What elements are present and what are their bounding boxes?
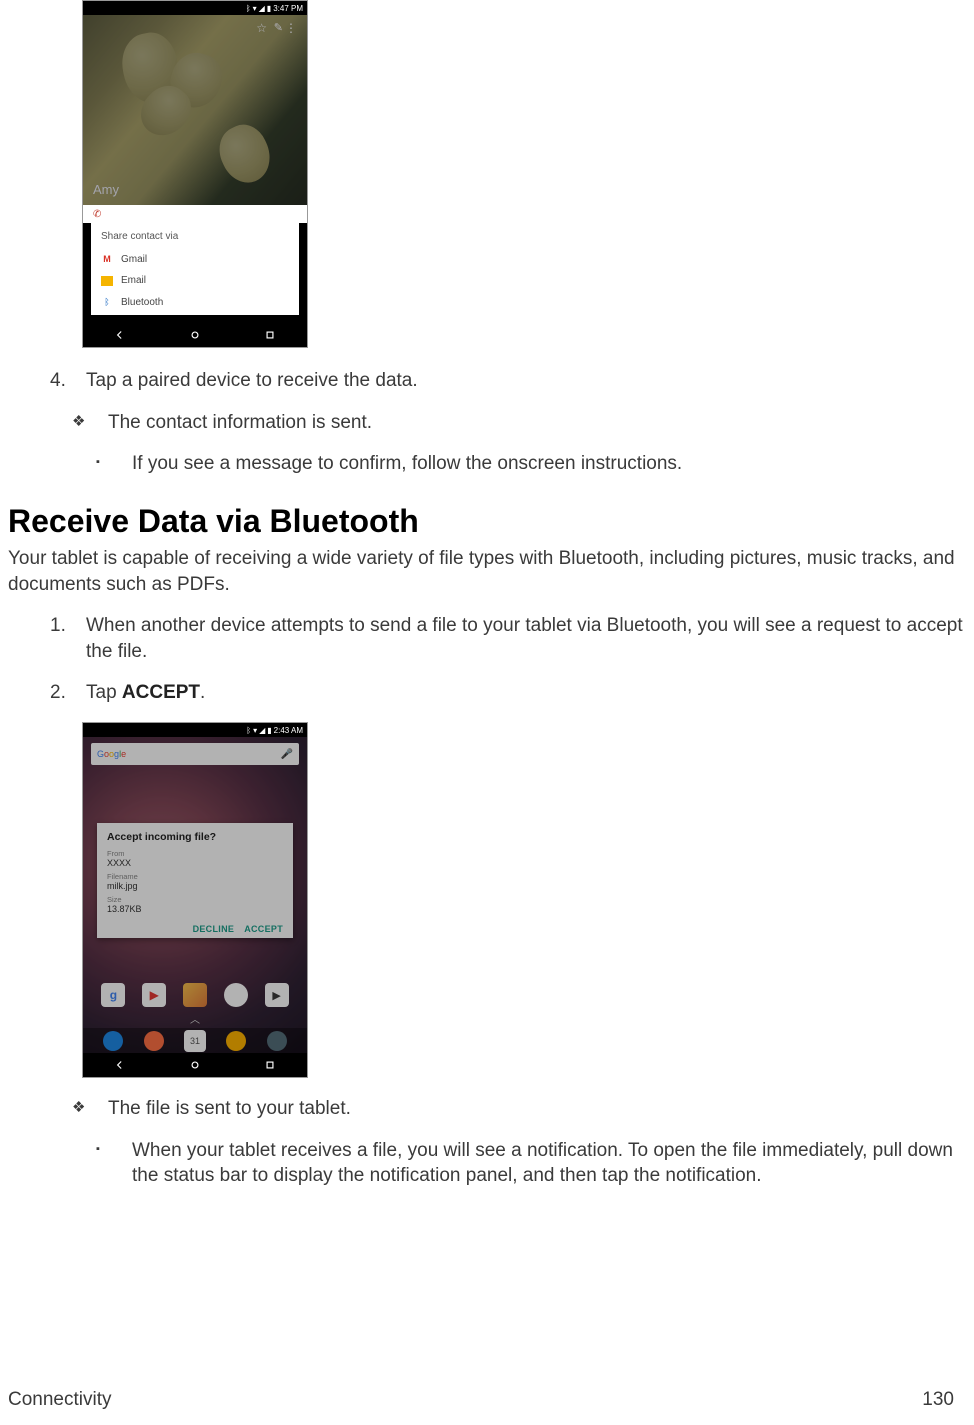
phone-icon: ✆ (93, 209, 101, 220)
bluetooth-option-icon: ᛒ (101, 296, 113, 308)
share-option-bluetooth[interactable]: ᛒ Bluetooth (101, 291, 299, 313)
share-option-label: Gmail (121, 254, 147, 265)
list-text: Tap a paired device to receive the data. (86, 368, 966, 394)
android-nav-bar (83, 323, 307, 347)
share-bottom-sheet: Share contact via M Gmail Email ᛒ Blueto… (91, 223, 299, 315)
edit-icon: ✎ (274, 21, 283, 34)
home-screen: Google 🎤 Accept incoming file? From XXXX… (83, 737, 307, 1053)
search-placeholder: Google (97, 749, 126, 759)
recent-icon[interactable] (263, 1058, 277, 1072)
battery-icon: ▮ (267, 4, 271, 13)
bluetooth-icon: ᛒ (246, 4, 251, 13)
list-text: If you see a message to confirm, follow … (132, 451, 966, 477)
share-option-email[interactable]: Email (101, 270, 299, 291)
text-fragment: Tap (86, 682, 122, 703)
app-icon[interactable]: ▶ (265, 983, 289, 1007)
list-marker: 1. (50, 613, 74, 664)
list-text: The contact information is sent. (108, 410, 966, 436)
list-marker: 4. (50, 368, 74, 394)
list-item: 2. Tap ACCEPT. (50, 680, 966, 706)
share-option-gmail[interactable]: M Gmail (101, 248, 299, 270)
field-value: milk.jpg (107, 881, 283, 891)
list-marker: 2. (50, 680, 74, 706)
square-bullet-icon: ▪ (96, 455, 120, 481)
body-paragraph: Your tablet is capable of receiving a wi… (8, 546, 958, 597)
clock: 3:47 PM (273, 4, 303, 13)
app-icon[interactable]: g (101, 983, 125, 1007)
footer-section: Connectivity (8, 1389, 112, 1411)
recent-icon[interactable] (263, 328, 277, 342)
list-text: Tap ACCEPT. (86, 680, 966, 706)
field-label: Filename (107, 872, 283, 881)
list-text: When your tablet receives a file, you wi… (132, 1138, 966, 1189)
back-icon[interactable] (113, 1058, 127, 1072)
share-option-label: Bluetooth (121, 297, 163, 308)
clock: 2:43 AM (274, 726, 303, 735)
wifi-icon: ▾ (253, 4, 257, 13)
app-icon[interactable] (183, 983, 207, 1007)
list-text: When another device attempts to send a f… (86, 613, 966, 664)
list-item: ▪ When your tablet receives a file, you … (96, 1138, 966, 1189)
list-item: ▪ If you see a message to confirm, follo… (96, 451, 966, 477)
home-dock: g ▶ ▶ ︿ 31 (83, 983, 307, 1053)
text-fragment: . (200, 682, 205, 703)
wifi-icon: ▾ (253, 726, 257, 735)
contact-phone-row: ✆ (83, 205, 307, 223)
list-item: 4. Tap a paired device to receive the da… (50, 368, 966, 394)
list-item: ❖ The file is sent to your tablet. (72, 1096, 966, 1122)
email-icon (101, 276, 113, 286)
field-label: From (107, 849, 283, 858)
android-status-bar: ᛒ ▾ ◢ ▮ 3:47 PM (83, 1, 307, 15)
more-icon: ⋮ (285, 21, 297, 35)
app-icon[interactable]: ▶ (142, 983, 166, 1007)
diamond-bullet-icon: ❖ (72, 412, 96, 438)
gmail-icon: M (101, 253, 113, 265)
screenshot-share-contact: ᛒ ▾ ◢ ▮ 3:47 PM ☆ ✎ ⋮ Amy ✆ Share contac… (82, 0, 308, 348)
dialog-title: Accept incoming file? (107, 831, 283, 843)
android-nav-bar (83, 1053, 307, 1077)
contacts-app-icon[interactable] (144, 1031, 164, 1051)
contact-photo: ☆ ✎ ⋮ Amy (83, 15, 307, 205)
camera-app-icon[interactable] (267, 1031, 287, 1051)
google-search-bar[interactable]: Google 🎤 (91, 743, 299, 765)
text-bold: ACCEPT (122, 682, 200, 703)
field-value: XXXX (107, 858, 283, 868)
app-drawer-handle[interactable]: ︿ (83, 1011, 307, 1028)
contact-name: Amy (93, 182, 119, 197)
messages-app-icon[interactable] (226, 1031, 246, 1051)
signal-icon: ◢ (259, 4, 265, 13)
screenshot-accept-file: ᛒ ▾ ◢ ▮ 2:43 AM Google 🎤 Accept incoming… (82, 722, 308, 1078)
list-item: 1. When another device attempts to send … (50, 613, 966, 664)
calendar-app-icon[interactable]: 31 (184, 1030, 206, 1052)
list-text: The file is sent to your tablet. (108, 1096, 966, 1122)
field-value: 13.87KB (107, 904, 283, 914)
home-icon[interactable] (188, 1058, 202, 1072)
decline-button[interactable]: DECLINE (193, 924, 235, 934)
section-heading: Receive Data via Bluetooth (8, 503, 966, 540)
share-sheet-title: Share contact via (101, 229, 299, 248)
app-icon[interactable] (224, 983, 248, 1007)
share-option-label: Email (121, 275, 146, 286)
battery-icon: ▮ (267, 726, 271, 735)
signal-icon: ◢ (259, 726, 265, 735)
diamond-bullet-icon: ❖ (72, 1098, 96, 1124)
phone-app-icon[interactable] (103, 1031, 123, 1051)
footer-page-number: 130 (922, 1389, 954, 1411)
android-status-bar: ᛒ ▾ ◢ ▮ 2:43 AM (83, 723, 307, 737)
home-icon[interactable] (188, 328, 202, 342)
page-footer: Connectivity 130 (8, 1389, 954, 1411)
star-icon: ☆ (256, 21, 267, 35)
accept-file-dialog: Accept incoming file? From XXXX Filename… (97, 823, 293, 938)
back-icon[interactable] (113, 328, 127, 342)
bluetooth-icon: ᛒ (246, 726, 251, 735)
square-bullet-icon: ▪ (96, 1142, 120, 1193)
list-item: ❖ The contact information is sent. (72, 410, 966, 436)
mic-icon[interactable]: 🎤 (281, 749, 293, 760)
field-label: Size (107, 895, 283, 904)
accept-button[interactable]: ACCEPT (244, 924, 283, 934)
